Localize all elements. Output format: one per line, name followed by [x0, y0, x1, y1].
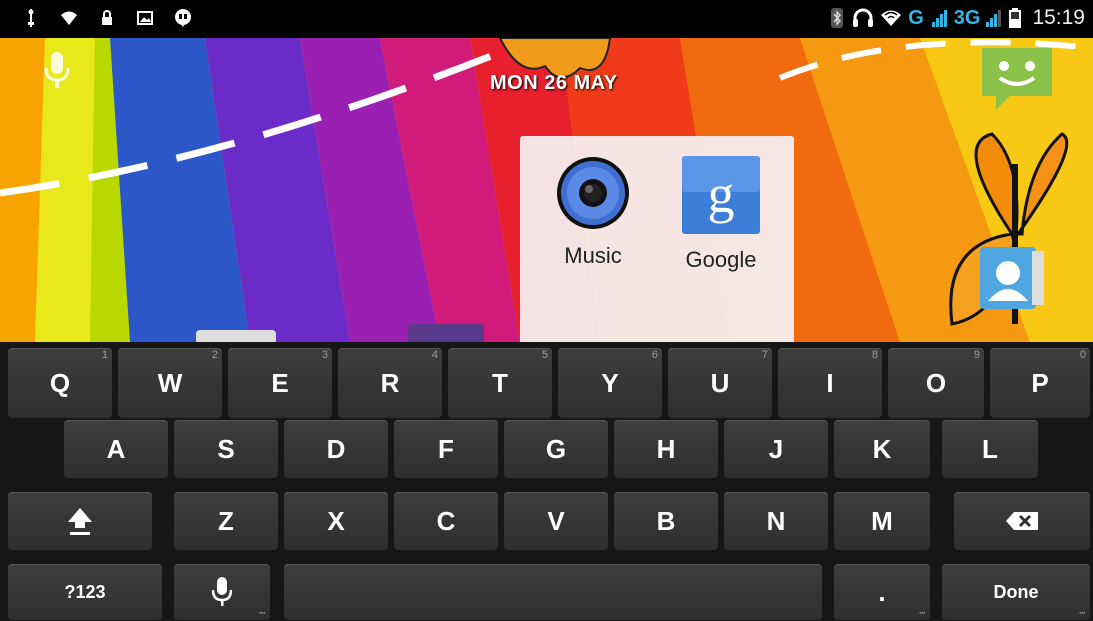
more-dots-icon: ···	[259, 608, 266, 618]
key-e[interactable]: E3	[228, 348, 332, 418]
key-v[interactable]: V	[504, 492, 608, 550]
key-label: U	[710, 367, 730, 398]
system-indicators: G 3G 15:19	[828, 6, 1085, 30]
folder-app-label: Music	[564, 243, 622, 268]
key-s[interactable]: S	[174, 420, 278, 478]
notification-icons	[22, 9, 192, 27]
done-key[interactable]: Done ···	[942, 564, 1090, 620]
usb-icon	[22, 9, 40, 27]
key-label: Y	[601, 367, 619, 398]
key-hint: 7	[761, 349, 768, 361]
key-label: Q	[49, 367, 71, 398]
key-m[interactable]: M	[834, 492, 930, 550]
backspace-icon	[1006, 512, 1038, 530]
signal-bars-icon	[931, 9, 948, 27]
key-label: O	[925, 367, 947, 398]
key-label: T	[492, 367, 508, 398]
key-y[interactable]: Y6	[558, 348, 662, 418]
key-q[interactable]: Q1	[8, 348, 112, 418]
key-hint: 0	[1079, 349, 1086, 361]
key-l[interactable]: L	[942, 420, 1038, 478]
battery-icon	[1008, 8, 1022, 28]
network-3g-label: 3G	[953, 6, 981, 29]
google-search-icon: g	[682, 156, 760, 234]
symbols-key[interactable]: ?123	[8, 564, 162, 620]
folder-app-label: Google	[685, 247, 757, 272]
key-o[interactable]: O9	[888, 348, 984, 418]
on-screen-keyboard: Q1 W2 E3 R4 T5 Y6 U7 I8 O9 P0 A S D F G …	[0, 342, 1093, 621]
home-screen: MON 26 MAY Music g Google	[0, 38, 1093, 342]
key-p[interactable]: P0	[990, 348, 1090, 418]
bluetooth-icon	[828, 8, 846, 28]
more-dots-icon: ···	[919, 608, 926, 618]
shift-key[interactable]	[8, 492, 152, 550]
backspace-key[interactable]	[954, 492, 1090, 550]
key-hint: 3	[321, 349, 328, 361]
period-label: .	[878, 576, 886, 607]
image-icon	[136, 9, 154, 27]
wifi-alert-icon	[60, 9, 78, 27]
key-k[interactable]: K	[834, 420, 930, 478]
key-x[interactable]: X	[284, 492, 388, 550]
key-label: W	[157, 367, 183, 398]
key-h[interactable]: H	[614, 420, 718, 478]
lock-icon	[98, 9, 116, 27]
network-g-label: G	[908, 6, 924, 29]
key-f[interactable]: F	[394, 420, 498, 478]
app-folder: Music g Google	[520, 136, 794, 342]
key-z[interactable]: Z	[174, 492, 278, 550]
clock: 15:19	[1032, 6, 1085, 29]
signal-bars-2-icon	[986, 9, 1002, 27]
folder-app-music[interactable]: Music	[538, 156, 648, 269]
shift-arrow-icon	[68, 508, 92, 535]
key-label: I	[826, 367, 834, 398]
key-label: P	[1031, 367, 1049, 398]
space-bar[interactable]	[284, 564, 822, 620]
key-j[interactable]: J	[724, 420, 828, 478]
music-speaker-icon	[557, 157, 629, 229]
key-hint: 9	[973, 349, 980, 361]
key-n[interactable]: N	[724, 492, 828, 550]
microphone-icon	[212, 577, 232, 606]
key-r[interactable]: R4	[338, 348, 442, 418]
more-dots-icon: ···	[1079, 608, 1086, 618]
key-hint: 8	[871, 349, 878, 361]
key-hint: 4	[431, 349, 438, 361]
key-hint: 5	[541, 349, 548, 361]
key-c[interactable]: C	[394, 492, 498, 550]
period-key[interactable]: . ···	[834, 564, 930, 620]
done-label: Done	[993, 581, 1039, 602]
key-b[interactable]: B	[614, 492, 718, 550]
folder-app-google[interactable]: g Google	[666, 156, 776, 273]
key-u[interactable]: U7	[668, 348, 772, 418]
key-label: R	[380, 367, 400, 398]
key-i[interactable]: I8	[778, 348, 882, 418]
android-app-icon[interactable]	[980, 44, 1054, 119]
headset-icon	[852, 8, 874, 27]
voice-search-icon[interactable]	[44, 52, 70, 95]
key-a[interactable]: A	[64, 420, 168, 478]
key-hint: 2	[211, 349, 218, 361]
chat-icon	[174, 9, 192, 27]
svg-text:g: g	[708, 164, 735, 224]
key-t[interactable]: T5	[448, 348, 552, 418]
key-d[interactable]: D	[284, 420, 388, 478]
key-w[interactable]: W2	[118, 348, 222, 418]
status-bar: G 3G 15:19	[0, 0, 1093, 38]
key-g[interactable]: G	[504, 420, 608, 478]
screen: G 3G 15:19 MON 26 MAY Music g Google Q 1…	[0, 0, 1093, 621]
key-hint: 6	[651, 349, 658, 361]
wifi-icon	[880, 9, 902, 27]
key-hint: 1	[101, 349, 108, 361]
voice-input-key[interactable]: ···	[174, 564, 270, 620]
date-widget[interactable]: MON 26 MAY	[490, 72, 618, 95]
contacts-icon[interactable]	[976, 243, 1048, 318]
key-label: E	[271, 367, 289, 398]
